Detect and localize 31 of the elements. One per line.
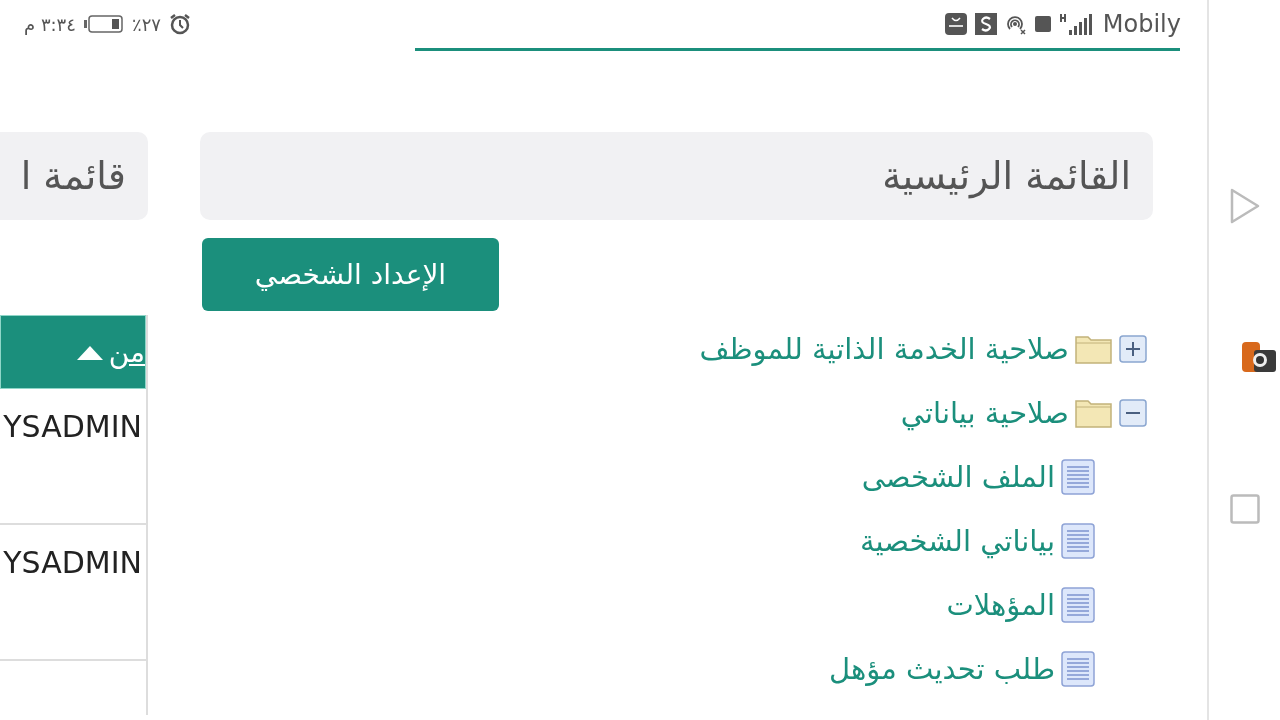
folder-icon <box>1075 333 1113 365</box>
expand-icon[interactable] <box>1119 335 1147 363</box>
document-icon <box>1061 651 1095 687</box>
signal-icon <box>1058 12 1095 36</box>
carrier-name: Mobily <box>1102 10 1181 38</box>
battery-icon <box>83 14 124 34</box>
square-icon <box>1034 16 1051 32</box>
tree-item[interactable]: صلاحية بياناتي <box>900 396 1069 430</box>
profile-button[interactable]: الإعداد الشخصي <box>202 238 499 311</box>
collapse-icon[interactable] <box>1119 399 1147 427</box>
document-icon <box>1061 459 1095 495</box>
panel-title: قائمة ا <box>20 154 126 198</box>
column-header-link[interactable]: من <box>108 335 145 369</box>
sort-up-icon[interactable] <box>76 344 103 360</box>
tree-item[interactable]: بياناتي الشخصية <box>860 524 1055 558</box>
s-app-icon <box>974 13 997 35</box>
app-store-icon <box>944 13 967 35</box>
table-cell: YSADMIN <box>3 545 142 580</box>
hotspot-icon <box>1004 13 1027 35</box>
document-icon <box>1061 523 1095 559</box>
document-icon <box>1061 587 1095 623</box>
battery-percent: ٪٢٧ <box>131 13 161 35</box>
status-time: ٣:٣٤ م <box>24 13 76 35</box>
alarm-icon <box>168 13 191 35</box>
tree-item[interactable]: المؤهلات <box>946 588 1055 622</box>
tree-item[interactable]: صلاحية الخدمة الذاتية للموظف <box>699 332 1069 366</box>
folder-icon <box>1075 397 1113 429</box>
main-menu-title: القائمة الرئيسية <box>882 154 1131 198</box>
tree-item[interactable]: الملف الشخصى <box>861 460 1055 494</box>
tree-item[interactable]: طلب تحديث مؤهل <box>829 652 1055 686</box>
table-cell: YSADMIN <box>3 409 142 444</box>
